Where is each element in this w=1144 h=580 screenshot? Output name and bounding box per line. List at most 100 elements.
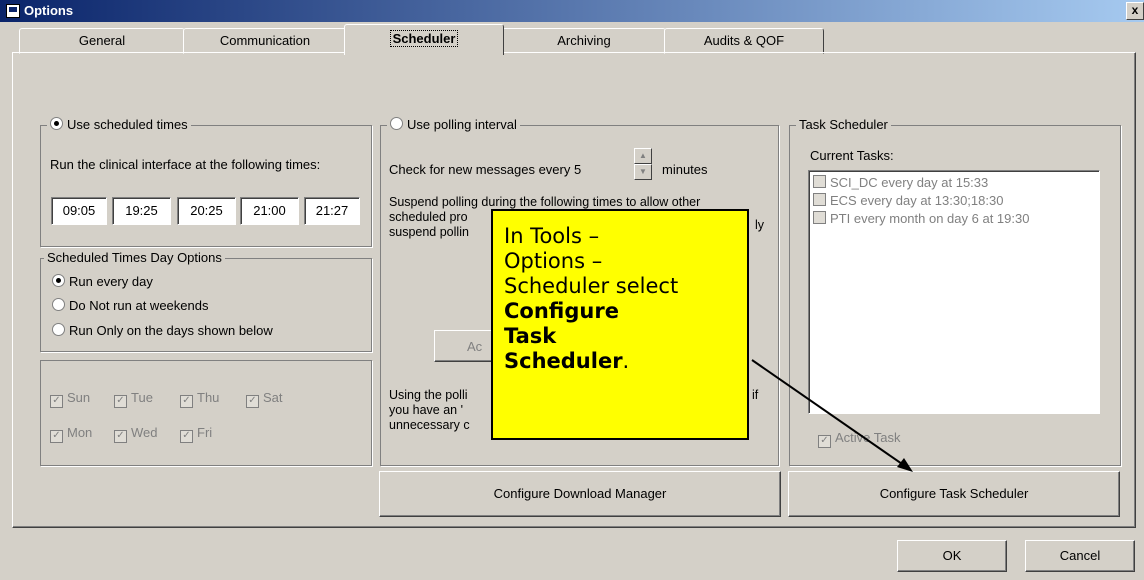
check-messages-text: Check for new messages every 5 — [389, 162, 582, 177]
tab-scheduler-label: Scheduler — [389, 30, 459, 47]
task-scheduler-legend: Task Scheduler — [796, 117, 891, 132]
day-mon-checkbox[interactable]: ✓ — [50, 430, 63, 443]
title-bar: Options x — [0, 0, 1144, 22]
tab-communication[interactable]: Communication — [183, 28, 347, 54]
day-sat-checkbox[interactable]: ✓ — [246, 395, 259, 408]
polling-legend[interactable]: Use polling interval — [387, 117, 520, 132]
using-line-1-end: if — [752, 388, 759, 402]
day-tue-label: Tue — [131, 390, 153, 405]
tab-scheduler[interactable]: Scheduler — [344, 24, 504, 55]
callout-scheduler: Scheduler — [504, 349, 623, 373]
day-fri-label: Fri — [197, 425, 213, 440]
day-thu-checkbox[interactable]: ✓ — [180, 395, 193, 408]
day-sun[interactable]: ✓ Sun — [50, 390, 90, 408]
using-line-1: Using the polli — [389, 388, 468, 402]
minutes-label: minutes — [662, 162, 708, 177]
day-mon[interactable]: ✓ Mon — [50, 425, 92, 443]
callout-period: . — [622, 349, 630, 373]
current-tasks-label: Current Tasks: — [810, 148, 894, 163]
active-task-checkbox[interactable]: ✓ — [818, 435, 831, 448]
active-task-option[interactable]: ✓ Active Task — [818, 430, 901, 448]
day-sat[interactable]: ✓ Sat — [246, 390, 283, 408]
tab-audits-qof-label: Audits & QOF — [703, 33, 785, 48]
scheduled-times-legend[interactable]: Use scheduled times — [47, 117, 191, 132]
day-fri[interactable]: ✓ Fri — [180, 425, 212, 443]
task-item[interactable]: ECS every day at 13:30;18:30 — [809, 192, 1099, 210]
configure-task-scheduler-button[interactable]: Configure Task Scheduler — [788, 471, 1120, 517]
day-sun-label: Sun — [67, 390, 91, 405]
day-wed-checkbox[interactable]: ✓ — [114, 430, 127, 443]
no-weekends-radio[interactable] — [52, 298, 65, 311]
callout-line-2: Options – — [504, 249, 603, 273]
polling-label: Use polling interval — [407, 117, 517, 132]
interval-up-button[interactable]: ▲ — [634, 148, 652, 164]
day-wed[interactable]: ✓ Wed — [114, 425, 158, 443]
window-icon — [6, 4, 20, 18]
suspend-line-2: scheduled pro — [389, 210, 468, 224]
using-line-2: you have an ' — [389, 403, 463, 417]
close-button[interactable]: x — [1126, 2, 1144, 20]
run-every-day-label: Run every day — [69, 274, 153, 289]
tab-communication-label: Communication — [219, 33, 311, 48]
day-sat-label: Sat — [263, 390, 283, 405]
active-task-label: Active Task — [835, 430, 901, 445]
task-item[interactable]: PTI every month on day 6 at 19:30 — [809, 210, 1099, 228]
callout-configure: Configure — [504, 299, 619, 323]
window-title: Options — [24, 3, 74, 18]
scheduled-times-label: Use scheduled times — [67, 117, 188, 132]
task-item[interactable]: SCI_DC every day at 15:33 — [809, 174, 1099, 192]
day-thu-label: Thu — [197, 390, 220, 405]
time-field-3[interactable]: 20:25 — [177, 197, 236, 225]
time-field-5[interactable]: 21:27 — [304, 197, 360, 225]
callout-bold-2: Task — [504, 324, 736, 349]
no-weekends-label: Do Not run at weekends — [69, 298, 209, 313]
tab-archiving[interactable]: Archiving — [502, 28, 666, 54]
current-tasks-list[interactable]: SCI_DC every day at 15:33 ECS every day … — [808, 170, 1100, 414]
no-weekends-option[interactable]: Do Not run at weekends — [52, 298, 208, 313]
tab-general-label: General — [78, 33, 126, 48]
task-3-checkbox[interactable] — [813, 211, 826, 224]
suspend-line-3: suspend pollin — [389, 225, 469, 239]
task-2-checkbox[interactable] — [813, 193, 826, 206]
task-1-label: SCI_DC every day at 15:33 — [830, 175, 989, 190]
task-3-label: PTI every month on day 6 at 19:30 — [830, 211, 1030, 226]
polling-radio[interactable] — [390, 117, 403, 130]
interval-down-button[interactable]: ▼ — [634, 164, 652, 180]
day-tue[interactable]: ✓ Tue — [114, 390, 153, 408]
day-sun-checkbox[interactable]: ✓ — [50, 395, 63, 408]
day-fri-checkbox[interactable]: ✓ — [180, 430, 193, 443]
using-line-3: unnecessary c — [389, 418, 470, 432]
time-field-2[interactable]: 19:25 — [112, 197, 171, 225]
configure-download-manager-button[interactable]: Configure Download Manager — [379, 471, 781, 517]
run-times-text: Run the clinical interface at the follow… — [50, 157, 321, 172]
run-every-day-radio[interactable] — [52, 274, 65, 287]
scheduled-times-group: Use scheduled times — [40, 117, 372, 247]
suspend-line-1: Suspend polling during the following tim… — [389, 195, 701, 209]
days-below-radio[interactable] — [52, 323, 65, 336]
day-mon-label: Mon — [67, 425, 93, 440]
days-group — [40, 360, 372, 466]
callout-bold-1: Configure — [504, 299, 736, 324]
run-every-day-option[interactable]: Run every day — [52, 274, 153, 289]
time-field-1[interactable]: 09:05 — [51, 197, 107, 225]
cancel-button[interactable]: Cancel — [1025, 540, 1135, 572]
suspend-line-2-end: ly — [755, 218, 765, 232]
callout-task: Task — [504, 324, 557, 348]
instruction-callout: In Tools – Options – Scheduler select Co… — [491, 209, 749, 440]
task-2-label: ECS every day at 13:30;18:30 — [830, 193, 1004, 208]
ok-button[interactable]: OK — [897, 540, 1007, 572]
task-1-checkbox[interactable] — [813, 175, 826, 188]
callout-line-3: Scheduler select — [504, 274, 679, 298]
day-wed-label: Wed — [131, 425, 158, 440]
callout-bold-3: Scheduler. — [504, 349, 736, 374]
day-options-legend: Scheduled Times Day Options — [44, 250, 225, 265]
tab-general[interactable]: General — [19, 28, 185, 54]
scheduled-times-radio[interactable] — [50, 117, 63, 130]
days-below-option[interactable]: Run Only on the days shown below — [52, 323, 273, 338]
day-tue-checkbox[interactable]: ✓ — [114, 395, 127, 408]
time-field-4[interactable]: 21:00 — [240, 197, 299, 225]
days-below-label: Run Only on the days shown below — [69, 323, 273, 338]
tab-audits-qof[interactable]: Audits & QOF — [664, 28, 824, 54]
day-thu[interactable]: ✓ Thu — [180, 390, 219, 408]
callout-line-1: In Tools – — [504, 224, 600, 248]
